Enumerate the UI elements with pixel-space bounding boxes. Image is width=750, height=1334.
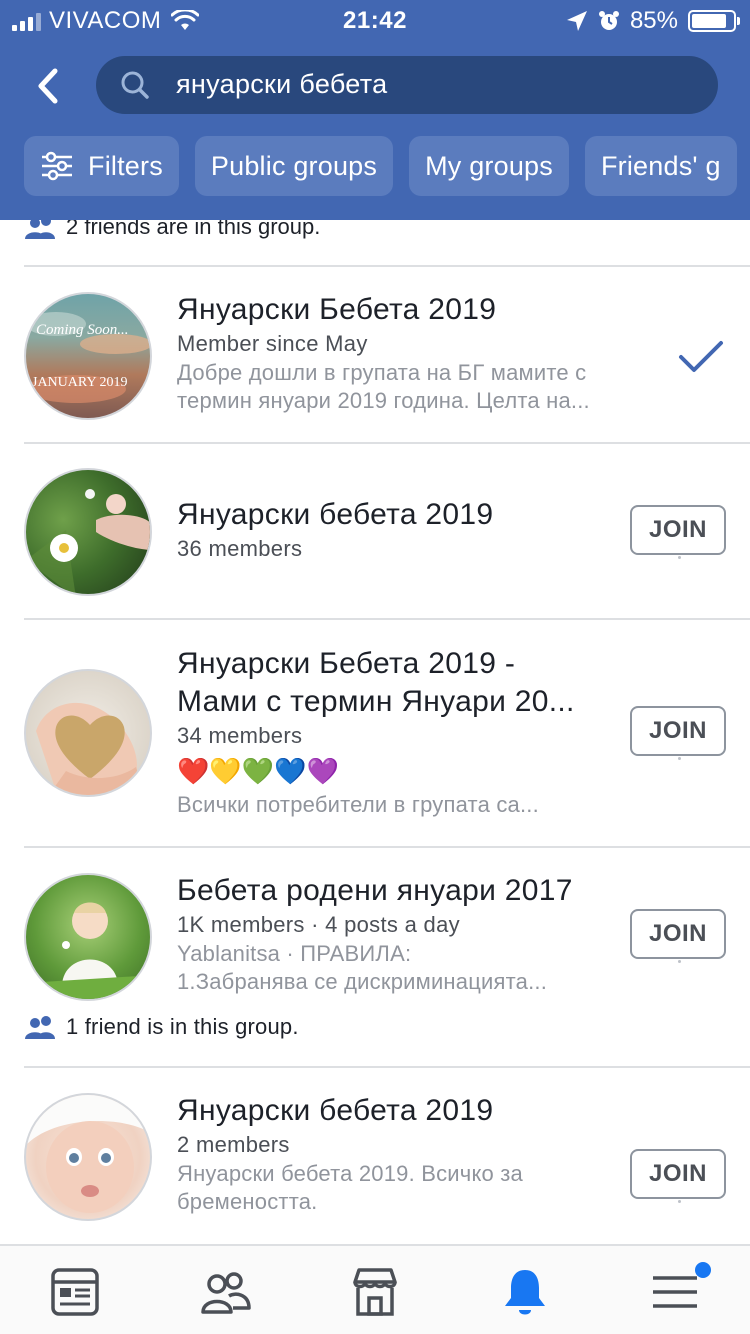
group-description-line: Добре дошли в групата на БГ мамите с [177,360,587,385]
hearts-emoji: ❤️💛💚💙💜 [177,756,339,786]
news-feed-icon [51,1268,99,1316]
join-button[interactable]: JOIN [630,706,726,760]
friends-icon [25,1016,55,1039]
group-title: Бебета родени януари 2017 [177,874,573,907]
filter-chips: Filters Public groups My groups Friends'… [24,136,737,196]
public-groups-chip-label: Public groups [210,150,378,181]
battery-fill [692,14,726,28]
location-arrow-icon [566,11,587,31]
group-info: Януарски бебета 2019 36 members [177,496,617,564]
group-avatar: Coming Soon... JANUARY 2019 [24,292,152,420]
group-description-line: Януарски бебета 2019. Всичко за [177,1161,523,1186]
search-icon [121,71,149,99]
group-description-line: Всички потребители в групата са... [177,792,539,817]
group-title-line: Януарски Бебета 2019 - [177,647,516,680]
my-groups-chip-label: My groups [425,150,553,181]
group-row[interactable]: Януарски Бебета 2019 - Мами с термин Яну… [0,620,750,846]
status-bar: VIVACOM 21:42 85% [0,0,750,40]
group-title: Януарски бебета 2019 [177,498,494,531]
group-title: Януарски Бебета 2019 [177,293,497,326]
menu-notification-dot [695,1262,711,1278]
bottom-tab-bar [0,1244,750,1334]
group-membership: 2 members [177,1132,290,1157]
sliders-icon [42,151,72,181]
group-row[interactable]: Януарски бебета 2019 36 members JOIN [0,444,750,619]
tab-friends[interactable] [195,1264,255,1320]
group-description: Добре дошли в групата на БГ мамите с тер… [177,359,617,415]
group-title: Януарски Бебета 2019 - Мами с термин Яну… [177,645,617,721]
group-info: Януарски Бебета 2019 - Мами с термин Яну… [177,645,617,819]
group-membership: 1K members · 4 posts a day [177,912,460,937]
group-avatar [24,468,152,596]
tab-marketplace[interactable] [345,1264,405,1320]
friends-in-group-row: 1 friend is in this group. [24,1014,299,1040]
baby-face-image [26,1095,150,1213]
daisy-flower [50,534,78,562]
partial-friends-row: 2 friends are in this group. [24,220,320,240]
chevron-left-icon [38,68,58,104]
group-description: Всички потребители в групата са... [177,791,617,819]
alarm-clock-icon [598,11,619,30]
group-description-line: бремеността. [177,1189,318,1214]
group-title-line: Мами с термин Януари 20... [177,685,575,718]
status-right: 85% [566,7,740,35]
daisy-finger-image [26,489,150,594]
group-membership: 34 members [177,723,303,748]
filters-chip[interactable]: Filters [24,136,179,196]
group-results-list: 2 friends are in this group. Coming Soon… [0,220,750,1244]
group-description-line: 1.Забранява се дискриминацията... [177,969,548,994]
group-info: Януарски бебета 2019 2 members Януарски … [177,1092,617,1216]
join-button[interactable]: JOIN [630,1149,726,1203]
tab-notifications[interactable] [495,1264,555,1320]
public-groups-chip[interactable]: Public groups [194,136,394,196]
group-row[interactable]: Coming Soon... JANUARY 2019 Януарски Беб… [0,267,750,443]
group-info: Януарски Бебета 2019 Member since May До… [177,291,617,415]
battery-icon [688,10,740,32]
friends-icon [25,220,55,239]
join-button[interactable]: JOIN [630,909,726,963]
sky-clouds-image: Coming Soon... JANUARY 2019 [26,312,150,403]
group-description: Yablanitsa · ПРАВИЛА: 1.Забранява се дис… [177,940,617,996]
group-membership: 36 members [177,536,303,561]
group-description-line: Yablanitsa · ПРАВИЛА: [177,941,412,966]
group-row[interactable]: Бебета родени януари 2017 1K members · 4… [0,848,750,1066]
group-avatar [24,873,152,1001]
join-button[interactable]: JOIN [630,505,726,559]
wooden-heart-image [36,702,145,795]
back-button[interactable] [30,62,66,110]
search-input[interactable]: януарски бебета [96,56,718,114]
battery-percentage: 85% [629,7,678,34]
friends-icon [201,1272,251,1314]
friends-in-group-text: 2 friends are in this group. [66,220,321,239]
search-query: януарски бебета [176,69,388,99]
tab-menu[interactable] [645,1262,711,1320]
group-description-line: термин януари 2019 година. Целта на... [177,388,590,413]
group-avatar [24,669,152,797]
avatar-text-bottom: JANUARY 2019 [32,375,128,390]
tab-news-feed[interactable] [45,1264,105,1320]
friends-groups-chip-label: Friends' g [600,150,721,181]
menu-icon [653,1276,697,1308]
baby-in-grass-image [26,902,150,999]
checkmark-icon [679,341,723,372]
filters-chip-label: Filters [88,150,163,181]
notifications-bell-icon [505,1270,545,1315]
group-membership: Member since May [177,331,368,356]
group-row[interactable]: Януарски бебета 2019 2 members Януарски … [0,1068,750,1244]
my-groups-chip[interactable]: My groups [409,136,569,196]
top-header: VIVACOM 21:42 85% януарски бебета Filter… [0,0,750,220]
friends-groups-chip[interactable]: Friends' g [584,136,737,196]
group-info: Бебета родени януари 2017 1K members · 4… [177,872,617,996]
group-title: Януарски бебета 2019 [177,1094,494,1127]
group-avatar [24,1093,152,1221]
friends-in-group-text: 1 friend is in this group. [66,1014,299,1039]
avatar-text-top: Coming Soon... [36,322,129,338]
group-description: Януарски бебета 2019. Всичко за бременос… [177,1160,617,1216]
marketplace-icon [353,1268,397,1316]
